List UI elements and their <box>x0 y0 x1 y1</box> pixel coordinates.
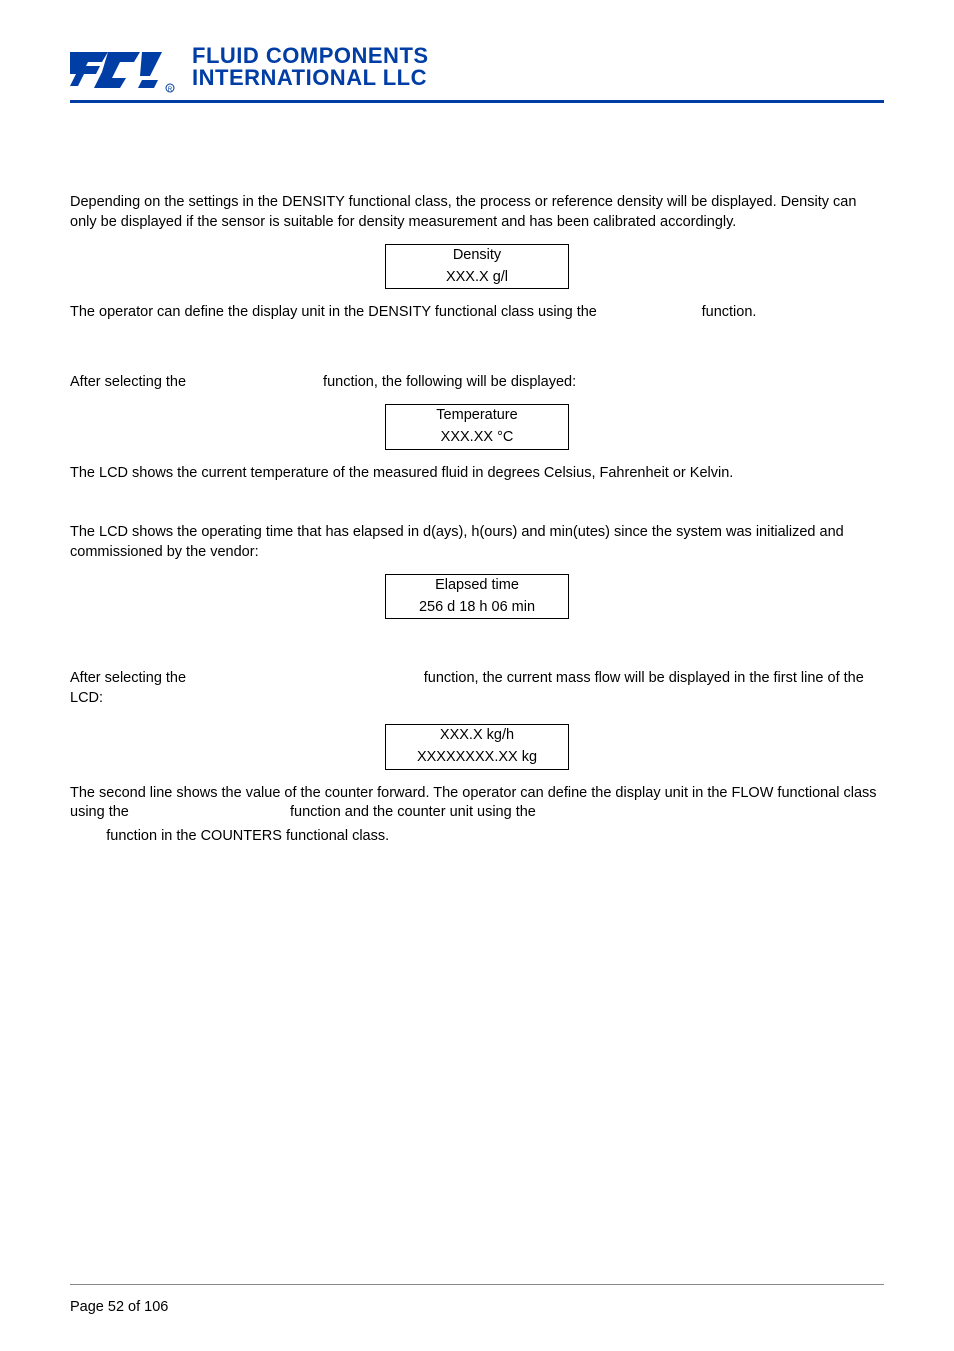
density-lcd-line1: Density <box>386 245 568 267</box>
page-number: Page 52 of 106 <box>70 1299 168 1315</box>
temperature-lcd-line2: XXX.XX °C <box>386 427 568 449</box>
footer-rule <box>70 1284 884 1285</box>
massflow-after1: The second line shows the value of the c… <box>70 784 884 823</box>
elapsed-lcd: Elapsed time 256 d 18 h 06 min <box>385 574 569 619</box>
fci-logo-icon: R <box>70 40 180 94</box>
density-paragraph: Depending on the settings in the DENSITY… <box>70 193 884 232</box>
svg-text:R: R <box>168 87 173 93</box>
density-after: The operator can define the display unit… <box>70 303 884 323</box>
elapsed-paragraph: The LCD shows the operating time that ha… <box>70 523 884 562</box>
massflow-intro: After selecting the function, the curren… <box>70 669 884 708</box>
temperature-intro: After selecting the function, the follow… <box>70 373 884 393</box>
massflow-lcd: XXX.X kg/h XXXXXXXX.XX kg <box>385 724 569 769</box>
brand-line2: INTERNATIONAL LLC <box>192 67 429 89</box>
header: R FLUID COMPONENTS INTERNATIONAL LLC <box>70 40 884 94</box>
page: R FLUID COMPONENTS INTERNATIONAL LLC Dep… <box>0 0 954 1351</box>
elapsed-lcd-line1: Elapsed time <box>386 575 568 597</box>
density-lcd-line2: XXX.X g/l <box>386 267 568 289</box>
brand-line1: FLUID COMPONENTS <box>192 45 429 67</box>
elapsed-section: The LCD shows the operating time that ha… <box>70 523 884 619</box>
massflow-after2: function in the COUNTERS functional clas… <box>70 827 884 847</box>
temperature-lcd-line1: Temperature <box>386 405 568 427</box>
temperature-section: After selecting the function, the follow… <box>70 373 884 483</box>
temperature-after: The LCD shows the current temperature of… <box>70 464 884 484</box>
header-rule <box>70 100 884 103</box>
brand-text: FLUID COMPONENTS INTERNATIONAL LLC <box>192 45 429 89</box>
massflow-lcd-line1: XXX.X kg/h <box>386 725 568 747</box>
density-section: Depending on the settings in the DENSITY… <box>70 193 884 323</box>
massflow-lcd-line2: XXXXXXXX.XX kg <box>386 747 568 769</box>
density-lcd: Density XXX.X g/l <box>385 244 569 289</box>
elapsed-lcd-line2: 256 d 18 h 06 min <box>386 597 568 619</box>
temperature-lcd: Temperature XXX.XX °C <box>385 404 569 449</box>
massflow-section: After selecting the function, the curren… <box>70 669 884 846</box>
